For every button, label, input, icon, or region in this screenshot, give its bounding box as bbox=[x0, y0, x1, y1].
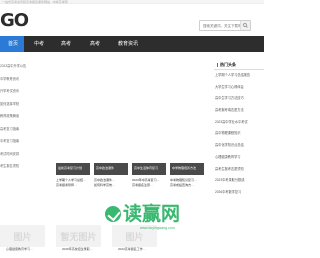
sidebar-item[interactable]: 大学生学习心得体会 bbox=[214, 82, 264, 94]
nav-item-home[interactable]: 首页 bbox=[0, 36, 24, 52]
sidebar-item[interactable]: 高中化学知识点总结 bbox=[214, 140, 264, 152]
list-item[interactable]: 考试时间安排 bbox=[0, 148, 46, 161]
card-thumb-label: 高中政治课件 bbox=[96, 166, 115, 170]
card-thumbnail[interactable]: 高中生活体育复习 bbox=[132, 163, 166, 175]
card[interactable]: 中学物理培养方法 中考物理知识复习… 高考成绩查询方… bbox=[170, 163, 204, 188]
card-thumb-label: 中学物理培养方法 bbox=[172, 166, 197, 170]
list-item[interactable]: 中学教育资讯 bbox=[0, 73, 46, 86]
sidebar-item[interactable]: 高考生报考志愿须知 bbox=[214, 164, 264, 176]
placeholder-label: 图片 bbox=[13, 231, 32, 242]
card[interactable]: 最新高考复习计划 上学期个人学习总结… 高考报考导师… bbox=[56, 163, 90, 188]
nav-item-education-news[interactable]: 教育资讯 bbox=[118, 36, 138, 52]
bottom-title[interactable]: 2023高考报名工作… bbox=[118, 247, 146, 251]
topbar: 一站式高考资讯和高考报名服务网站 · 中考高考网 bbox=[0, 0, 264, 4]
card-subtitle[interactable]: 高考报名注意… bbox=[132, 183, 166, 188]
card[interactable]: 高中政治课件 高中政治课件… 如何科学高效… bbox=[94, 163, 128, 188]
sidebar-item[interactable]: 心理健康教育学习 bbox=[214, 152, 264, 164]
nav-item-label: 高考 bbox=[90, 41, 101, 47]
sidebar-item[interactable]: 上学期个人学习总结报告 bbox=[214, 70, 264, 82]
nav-item-gaokao[interactable]: 高考 bbox=[61, 36, 71, 52]
placeholder-label: 暂无图片 bbox=[60, 231, 97, 242]
nav-item-zhongkao[interactable]: 中考 bbox=[34, 36, 44, 52]
card-thumbnail[interactable]: 最新高考复习计划 bbox=[56, 163, 90, 175]
bottom-title[interactable]: 2026年高校招生录取… bbox=[62, 247, 93, 251]
list-item[interactable]: 升学考试资讯 bbox=[0, 85, 46, 98]
checkmark-icon bbox=[105, 206, 121, 222]
card-thumbnail[interactable]: 高中政治课件 bbox=[94, 163, 128, 175]
watermark-subtext: www.duyingwang.com bbox=[140, 226, 175, 230]
nav-item-label: 高考 bbox=[61, 41, 72, 47]
logo[interactable]: GO bbox=[0, 11, 29, 31]
search-button[interactable] bbox=[240, 21, 250, 30]
bottom-thumbnail[interactable]: 暂无图片 bbox=[56, 225, 101, 247]
bottom-title[interactable]: 心理健康教育学习… bbox=[6, 247, 33, 251]
placeholder-label: 图片 bbox=[125, 231, 144, 242]
sidebar-hot: 热门头条 上学期个人学习总结报告 大学生学习心得体会 高中生学习方法技巧 高考报… bbox=[214, 60, 264, 199]
card-subtitle[interactable]: 高考报考导师… bbox=[56, 183, 90, 188]
card[interactable]: 高中生活体育复习 2023年中高考复习… 高考报名注意… bbox=[132, 163, 166, 188]
card-subtitle[interactable]: 如何科学高效… bbox=[94, 183, 128, 188]
nav-item-label: 首页 bbox=[8, 41, 19, 47]
nav-item-label: 教育资讯 bbox=[118, 41, 139, 47]
list-item[interactable]: 2023高中升学公告 bbox=[0, 60, 46, 73]
search-box bbox=[199, 20, 251, 31]
sidebar-item[interactable]: 2026中考数学复习 bbox=[214, 187, 264, 199]
card-thumb-label: 最新高考复习计划 bbox=[58, 166, 83, 170]
card-thumbnail[interactable]: 中学物理培养方法 bbox=[170, 163, 204, 175]
card-subtitle[interactable]: 高考成绩查询方… bbox=[170, 183, 204, 188]
list-item[interactable]: 高考复习指南 bbox=[0, 123, 46, 136]
sidebar-item[interactable]: 高中生学习方法技巧 bbox=[214, 93, 264, 105]
sidebar-item[interactable]: 2023中考录取分数线 bbox=[214, 175, 264, 187]
bottom-article-row: 图片 暂无图片 图片 心理健康教育学习… 2026年高校招生录取… 2023高考… bbox=[0, 225, 264, 255]
list-item[interactable]: 中考复习指南 bbox=[0, 135, 46, 148]
header: GO bbox=[0, 5, 264, 33]
sidebar-heading: 热门头条 bbox=[214, 60, 264, 70]
search-icon bbox=[243, 23, 248, 28]
sidebar-item[interactable]: 2023高中学业水平考试 bbox=[214, 117, 264, 129]
main-nav: 首页 中考 高考 高考 教育资讯 bbox=[0, 36, 264, 52]
sidebar-item[interactable]: 高考报考填志愿方法 bbox=[214, 105, 264, 117]
watermark-text: 读赢网 bbox=[123, 203, 181, 225]
watermark: 读赢网 bbox=[105, 204, 180, 224]
list-item[interactable]: 教育政策解读 bbox=[0, 110, 46, 123]
search-input[interactable] bbox=[200, 21, 240, 30]
topbar-text: 一站式高考资讯和高考报名服务网站 · 中考高考网 bbox=[2, 0, 68, 4]
card-thumb-label: 高中生活体育复习 bbox=[134, 166, 159, 170]
list-item[interactable]: 考生报名须知 bbox=[0, 160, 46, 173]
list-item[interactable]: 如何选择学校 bbox=[0, 98, 46, 111]
sidebar-item[interactable]: 高中物理课程知识 bbox=[214, 128, 264, 140]
nav-item-label: 中考 bbox=[34, 41, 45, 47]
left-article-list: 2023高中升学公告 中学教育资讯 升学考试资讯 如何选择学校 教育政策解读 高… bbox=[0, 60, 46, 173]
bottom-thumbnail[interactable]: 图片 bbox=[0, 225, 45, 247]
nav-item-gaokao-2[interactable]: 高考 bbox=[90, 36, 100, 52]
